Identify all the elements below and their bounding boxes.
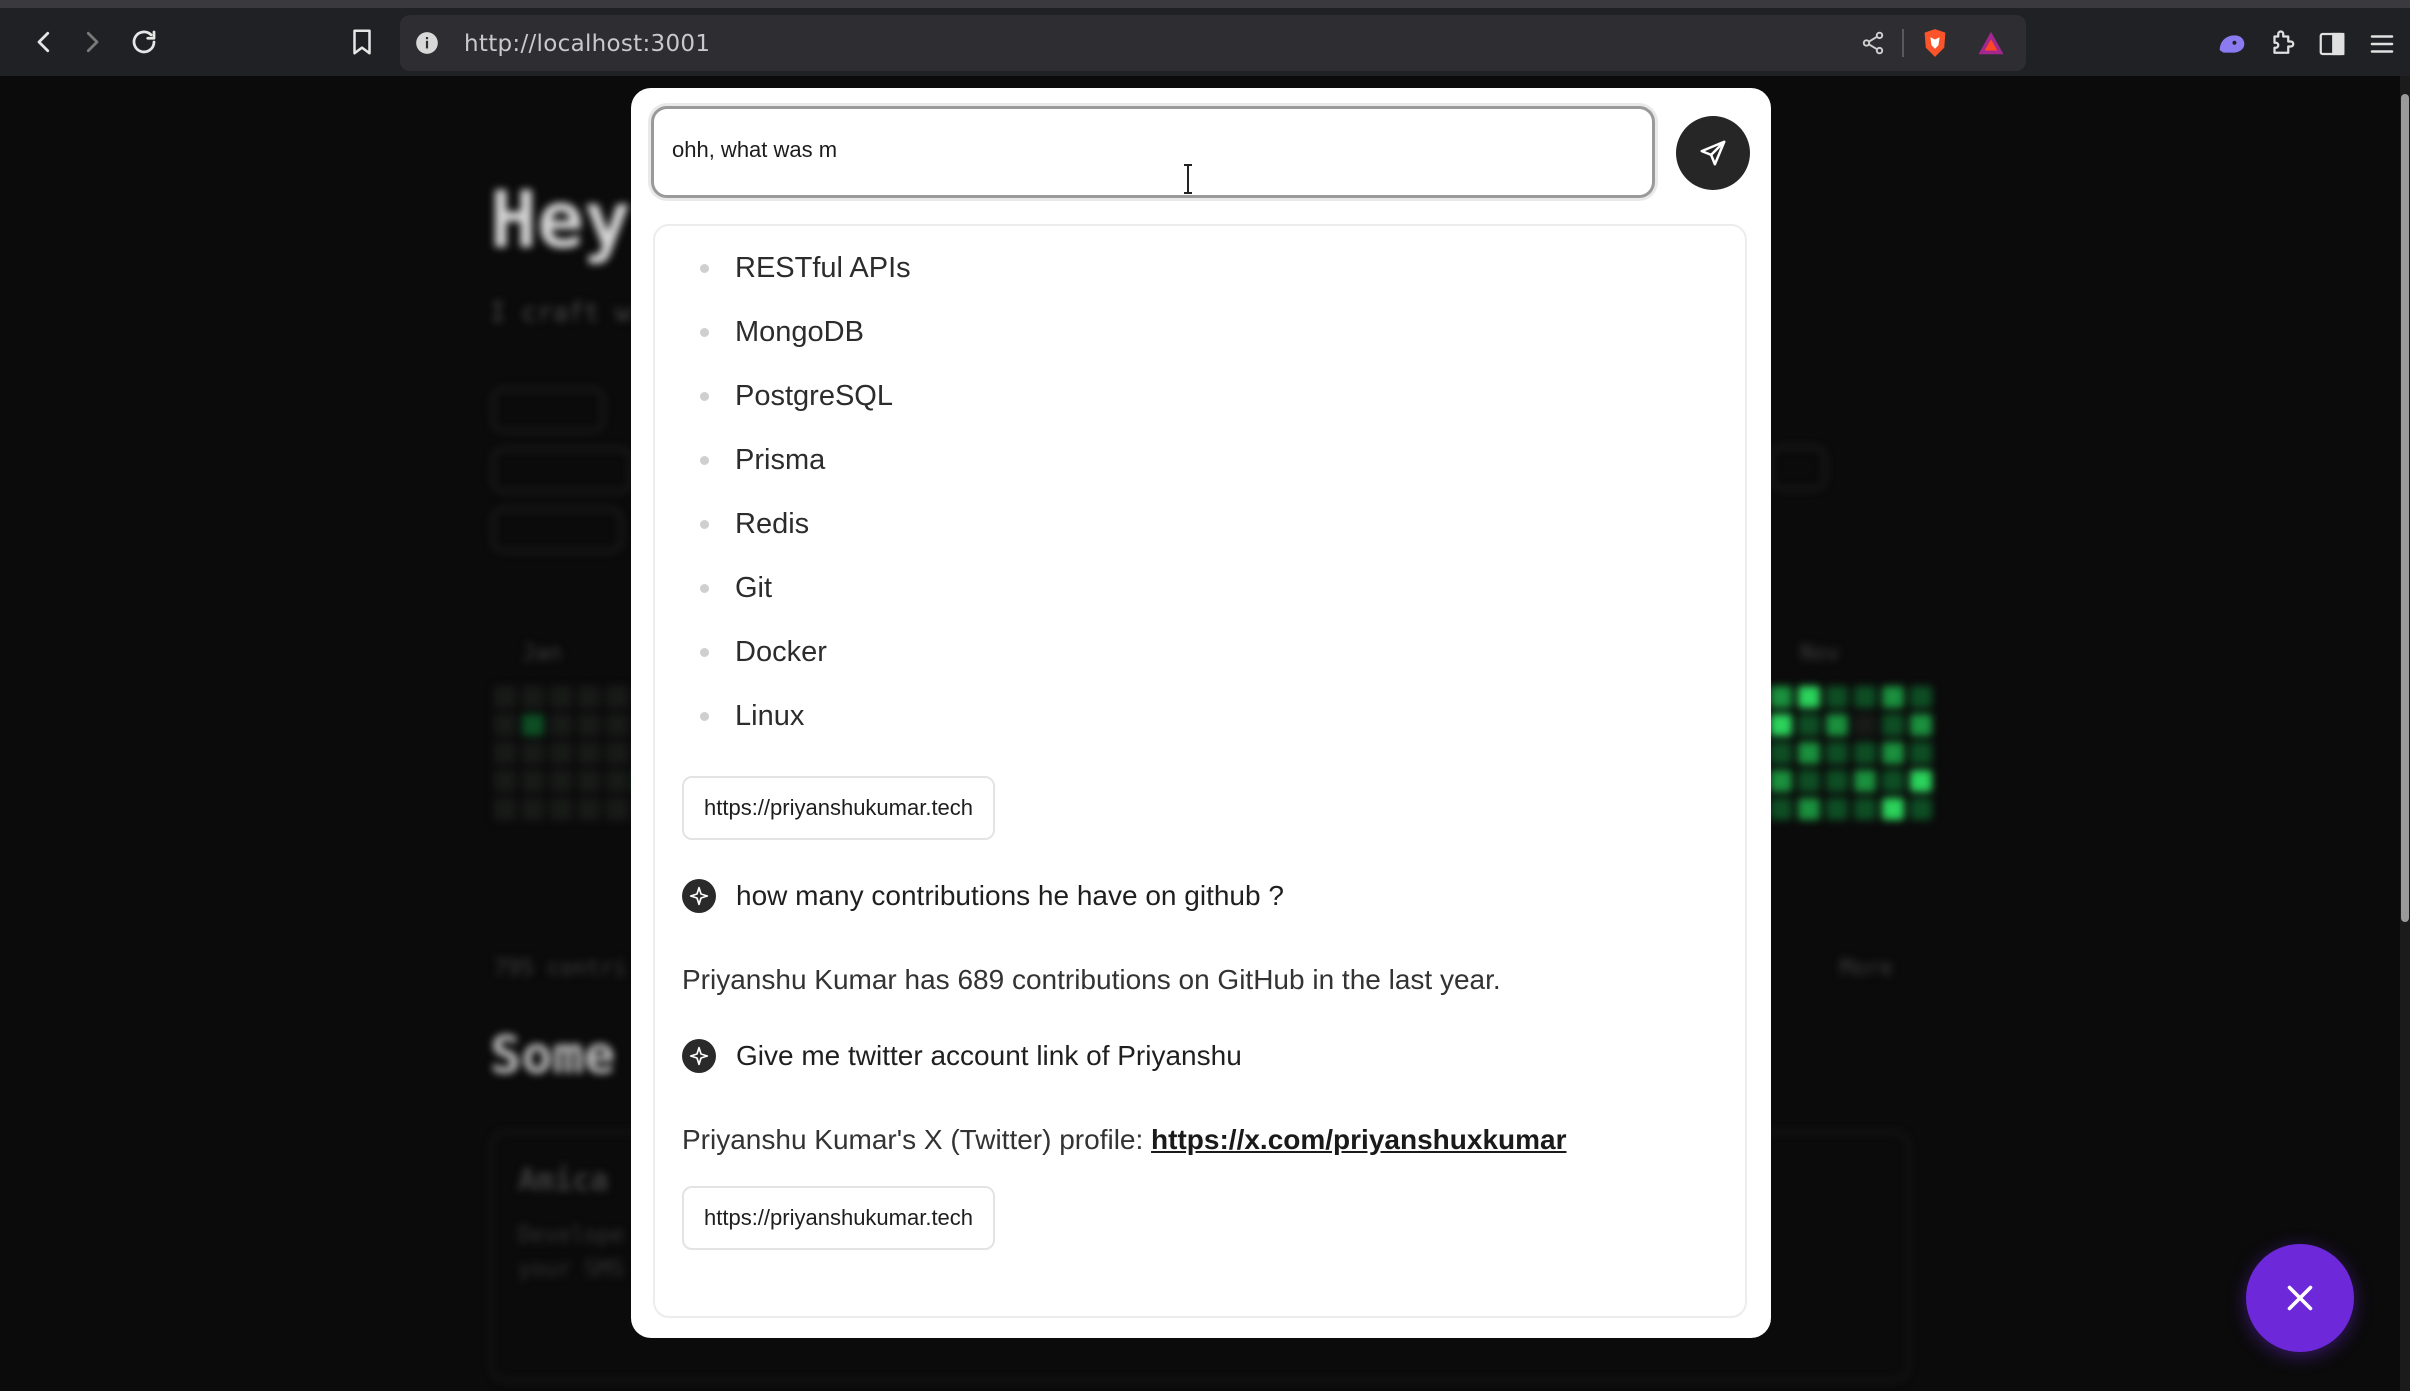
answer-prefix: Priyanshu Kumar's X (Twitter) profile: bbox=[682, 1124, 1152, 1155]
assistant-answer: Priyanshu Kumar has 689 contributions on… bbox=[682, 964, 1501, 995]
url-text[interactable]: http://localhost:3001 bbox=[464, 31, 710, 57]
user-question: Give me twitter account link of Priyansh… bbox=[682, 1036, 1242, 1076]
heatmap-month-end: Nov bbox=[1800, 641, 1840, 666]
skill-label: RESTful APIs bbox=[735, 251, 911, 284]
send-button[interactable] bbox=[1676, 116, 1750, 190]
close-chat-button[interactable] bbox=[2246, 1244, 2354, 1352]
url-divider bbox=[1902, 29, 1904, 57]
skill-label: Linux bbox=[735, 699, 805, 732]
brave-shield-icon[interactable] bbox=[1918, 26, 1952, 60]
leo-icon[interactable] bbox=[2214, 26, 2250, 62]
bullet-dot bbox=[700, 263, 709, 273]
tech-chip bbox=[492, 508, 622, 552]
list-item: Redis bbox=[700, 504, 809, 544]
skill-label: Docker bbox=[735, 635, 827, 668]
sparkle-icon bbox=[682, 1039, 716, 1073]
skill-label: Redis bbox=[735, 507, 810, 540]
list-item: Linux bbox=[700, 696, 804, 736]
bullet-dot bbox=[700, 455, 709, 465]
skill-label: Git bbox=[735, 571, 773, 604]
skill-label: PostgreSQL bbox=[735, 379, 893, 412]
back-button[interactable] bbox=[24, 22, 64, 62]
reload-icon bbox=[132, 30, 156, 54]
project-card-line: Develope bbox=[518, 1223, 624, 1248]
user-question: how many contributions he have on github… bbox=[682, 876, 1284, 916]
list-item: Git bbox=[700, 568, 772, 608]
bullet-dot bbox=[700, 711, 709, 721]
list-item: PostgreSQL bbox=[700, 376, 893, 416]
skill-label: Prisma bbox=[735, 443, 826, 476]
text-cursor-icon bbox=[1183, 164, 1192, 194]
skill-label: MongoDB bbox=[735, 315, 864, 348]
portfolio-heading: Hey bbox=[490, 176, 631, 266]
arrow-right-icon bbox=[86, 31, 99, 53]
brave-rewards-icon[interactable] bbox=[1974, 26, 2008, 60]
hamburger-icon[interactable] bbox=[2364, 26, 2400, 62]
portfolio-subtitle: I craft w bbox=[490, 298, 631, 328]
source-link-chip[interactable]: https://priyanshukumar.tech bbox=[682, 1186, 996, 1250]
bullet-dot bbox=[700, 583, 709, 593]
source-link-chip[interactable]: https://priyanshukumar.tech bbox=[682, 776, 996, 840]
list-item: Docker bbox=[700, 632, 827, 672]
forward-button[interactable] bbox=[72, 22, 112, 62]
project-card-text: Develope your SMS bbox=[518, 1219, 624, 1287]
tech-chip bbox=[1770, 446, 1826, 490]
close-icon bbox=[2287, 1285, 2313, 1311]
puzzle-icon[interactable] bbox=[2264, 26, 2300, 62]
question-text: Give me twitter account link of Priyansh… bbox=[736, 1040, 1242, 1071]
project-card-title: Amica bbox=[518, 1163, 609, 1198]
reload-button[interactable] bbox=[124, 22, 164, 62]
heatmap-month-start: Jan bbox=[522, 641, 562, 666]
project-card-line: your SMS bbox=[518, 1257, 624, 1282]
bookmark-button[interactable] bbox=[342, 22, 382, 62]
heatmap-legend-more: More bbox=[1840, 956, 1893, 981]
chat-panel: RESTful APIs MongoDB PostgreSQL Prisma R… bbox=[631, 88, 1771, 1338]
question-text: how many contributions he have on github… bbox=[736, 880, 1284, 911]
contribution-heatmap-right bbox=[1770, 686, 1932, 820]
sidebar-icon[interactable] bbox=[2314, 26, 2350, 62]
bookmark-icon bbox=[353, 29, 371, 55]
tech-chip bbox=[492, 448, 632, 492]
list-item: MongoDB bbox=[700, 312, 864, 352]
share-icon[interactable] bbox=[1856, 26, 1890, 60]
tech-chip bbox=[492, 388, 604, 432]
assistant-answer: Priyanshu Kumar's X (Twitter) profile: h… bbox=[682, 1124, 1566, 1156]
sparkle-icon bbox=[682, 879, 716, 913]
page-scrollbar[interactable] bbox=[2400, 76, 2410, 1391]
chat-input-box[interactable] bbox=[651, 106, 1655, 198]
bullet-dot bbox=[700, 519, 709, 529]
bullet-dot bbox=[700, 391, 709, 401]
twitter-profile-link[interactable]: https://x.com/priyanshuxkumar bbox=[1151, 1124, 1566, 1155]
bullet-dot bbox=[700, 327, 709, 337]
projects-heading: Some bbox=[490, 1026, 616, 1086]
info-icon[interactable] bbox=[410, 26, 444, 60]
browser-toolbar: http://localhost:3001 bbox=[0, 0, 2410, 76]
arrow-left-icon bbox=[37, 31, 50, 53]
scrollbar-thumb[interactable] bbox=[2401, 94, 2409, 922]
list-item: Prisma bbox=[700, 440, 825, 480]
send-icon bbox=[1700, 140, 1726, 166]
list-item: RESTful APIs bbox=[700, 248, 911, 288]
chat-input[interactable] bbox=[672, 137, 1572, 163]
contribution-summary: 795 contri bbox=[494, 956, 627, 981]
bullet-dot bbox=[700, 647, 709, 657]
address-bar[interactable]: http://localhost:3001 bbox=[400, 15, 2026, 71]
chat-messages[interactable]: RESTful APIs MongoDB PostgreSQL Prisma R… bbox=[653, 224, 1747, 1318]
